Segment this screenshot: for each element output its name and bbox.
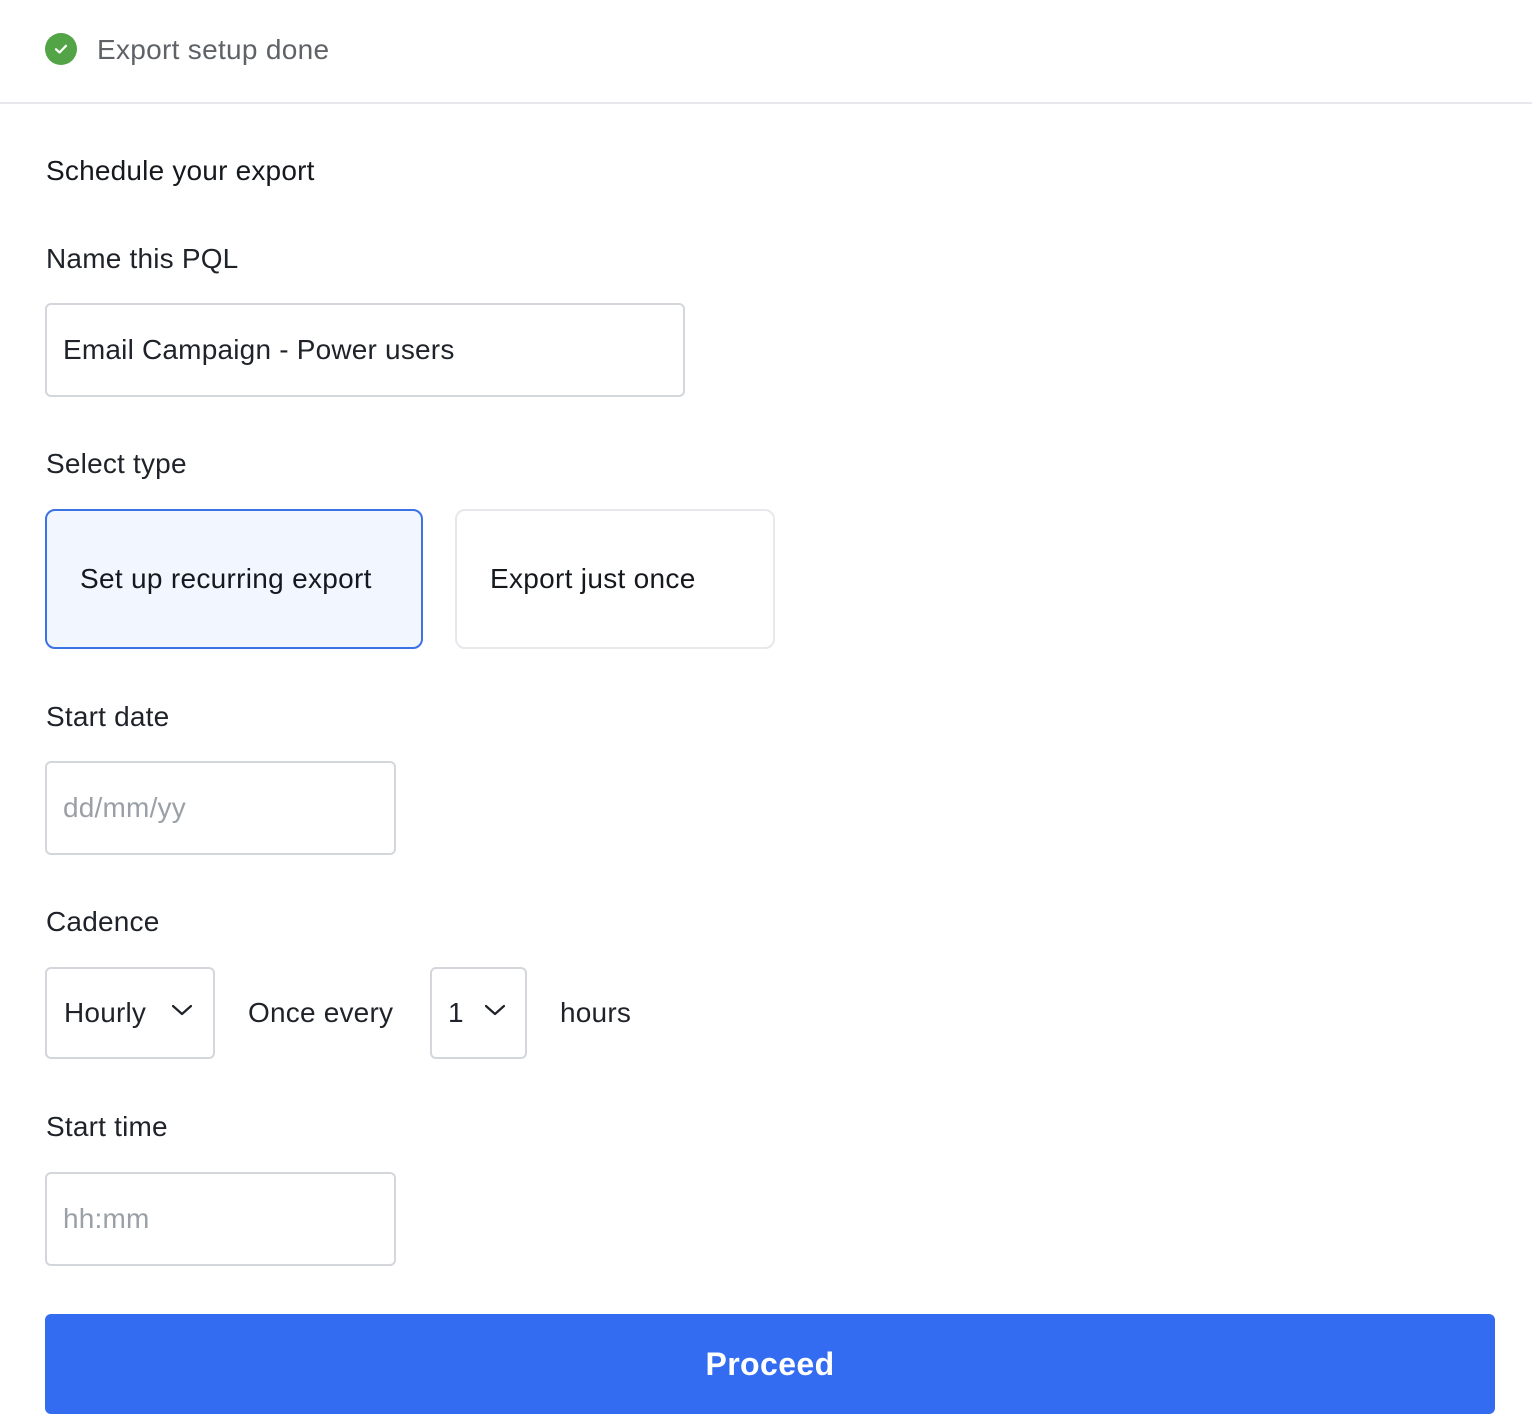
start-time-input[interactable] [45, 1172, 396, 1266]
header-title: Export setup done [97, 34, 330, 65]
cadence-unit-label: hours [560, 997, 632, 1028]
recurring-export-option[interactable]: Set up recurring export [45, 509, 423, 649]
recurring-export-label: Set up recurring export [80, 563, 372, 594]
cadence-frequency-select[interactable]: Hourly [45, 967, 215, 1059]
pql-name-input[interactable] [45, 303, 685, 397]
export-once-option[interactable]: Export just once [455, 509, 775, 649]
cadence-interval-select[interactable]: 1 [430, 967, 527, 1059]
cadence-label: Cadence [46, 906, 160, 937]
chevron-down-icon [484, 1003, 506, 1017]
proceed-button[interactable]: Proceed [45, 1314, 1495, 1414]
cadence-frequency-value: Hourly [64, 997, 147, 1028]
name-label: Name this PQL [46, 243, 239, 274]
export-once-label: Export just once [490, 563, 696, 594]
start-date-label: Start date [46, 701, 170, 732]
once-every-label: Once every [248, 997, 394, 1028]
check-circle-icon [45, 33, 77, 65]
select-type-label: Select type [46, 448, 187, 479]
start-date-input[interactable] [45, 761, 396, 855]
chevron-down-icon [171, 1003, 193, 1017]
header-bar: Export setup done [0, 0, 1532, 104]
section-title: Schedule your export [46, 155, 315, 186]
cadence-interval-value: 1 [448, 997, 464, 1028]
start-time-label: Start time [46, 1111, 168, 1142]
